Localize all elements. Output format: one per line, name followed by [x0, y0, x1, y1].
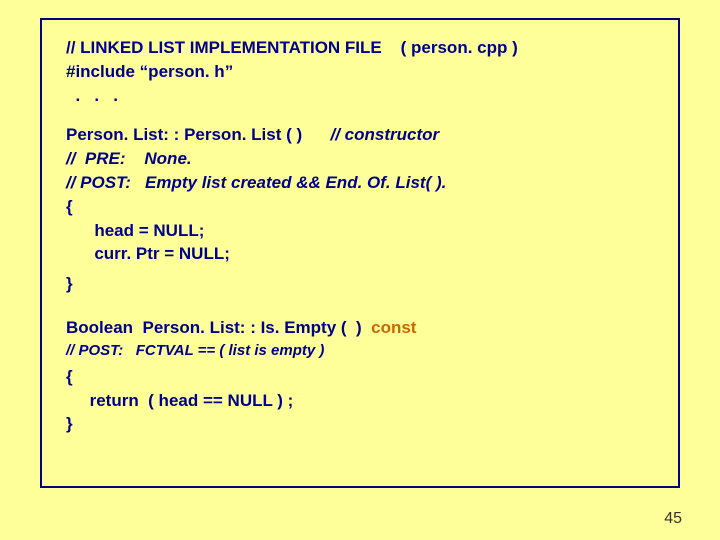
ctor-post: // POST: Empty list created && End. Of. … — [66, 171, 664, 195]
isempty-body-1: return ( head == NULL ) ; — [66, 389, 664, 413]
const-keyword: const — [371, 318, 416, 337]
isempty-close-brace: } — [66, 412, 664, 436]
isempty-signature: Boolean Person. List: : Is. Empty ( ) co… — [66, 316, 664, 340]
isempty-block: Boolean Person. List: : Is. Empty ( ) co… — [66, 316, 664, 436]
header-line-3: . . . — [66, 84, 664, 108]
constructor-block: Person. List: : Person. List ( ) // cons… — [66, 123, 664, 296]
isempty-post: // POST: FCTVAL == ( list is empty ) — [66, 340, 664, 361]
ctor-open-brace: { — [66, 195, 664, 219]
code-slide-box: // LINKED LIST IMPLEMENTATION FILE ( per… — [40, 18, 680, 488]
ctor-sig-text: Person. List: : Person. List ( ) — [66, 125, 330, 144]
ctor-comment: // constructor — [330, 125, 439, 144]
ctor-body-2: curr. Ptr = NULL; — [66, 242, 664, 266]
header-block: // LINKED LIST IMPLEMENTATION FILE ( per… — [66, 36, 664, 107]
ctor-pre: // PRE: None. — [66, 147, 664, 171]
isempty-open-brace: { — [66, 365, 664, 389]
isempty-sig-text: Boolean Person. List: : Is. Empty ( ) — [66, 318, 371, 337]
ctor-close-brace: } — [66, 272, 664, 296]
page-number: 45 — [664, 510, 682, 528]
ctor-signature: Person. List: : Person. List ( ) // cons… — [66, 123, 664, 147]
header-line-1: // LINKED LIST IMPLEMENTATION FILE ( per… — [66, 36, 664, 60]
ctor-body-1: head = NULL; — [66, 219, 664, 243]
header-line-2: #include “person. h” — [66, 60, 664, 84]
